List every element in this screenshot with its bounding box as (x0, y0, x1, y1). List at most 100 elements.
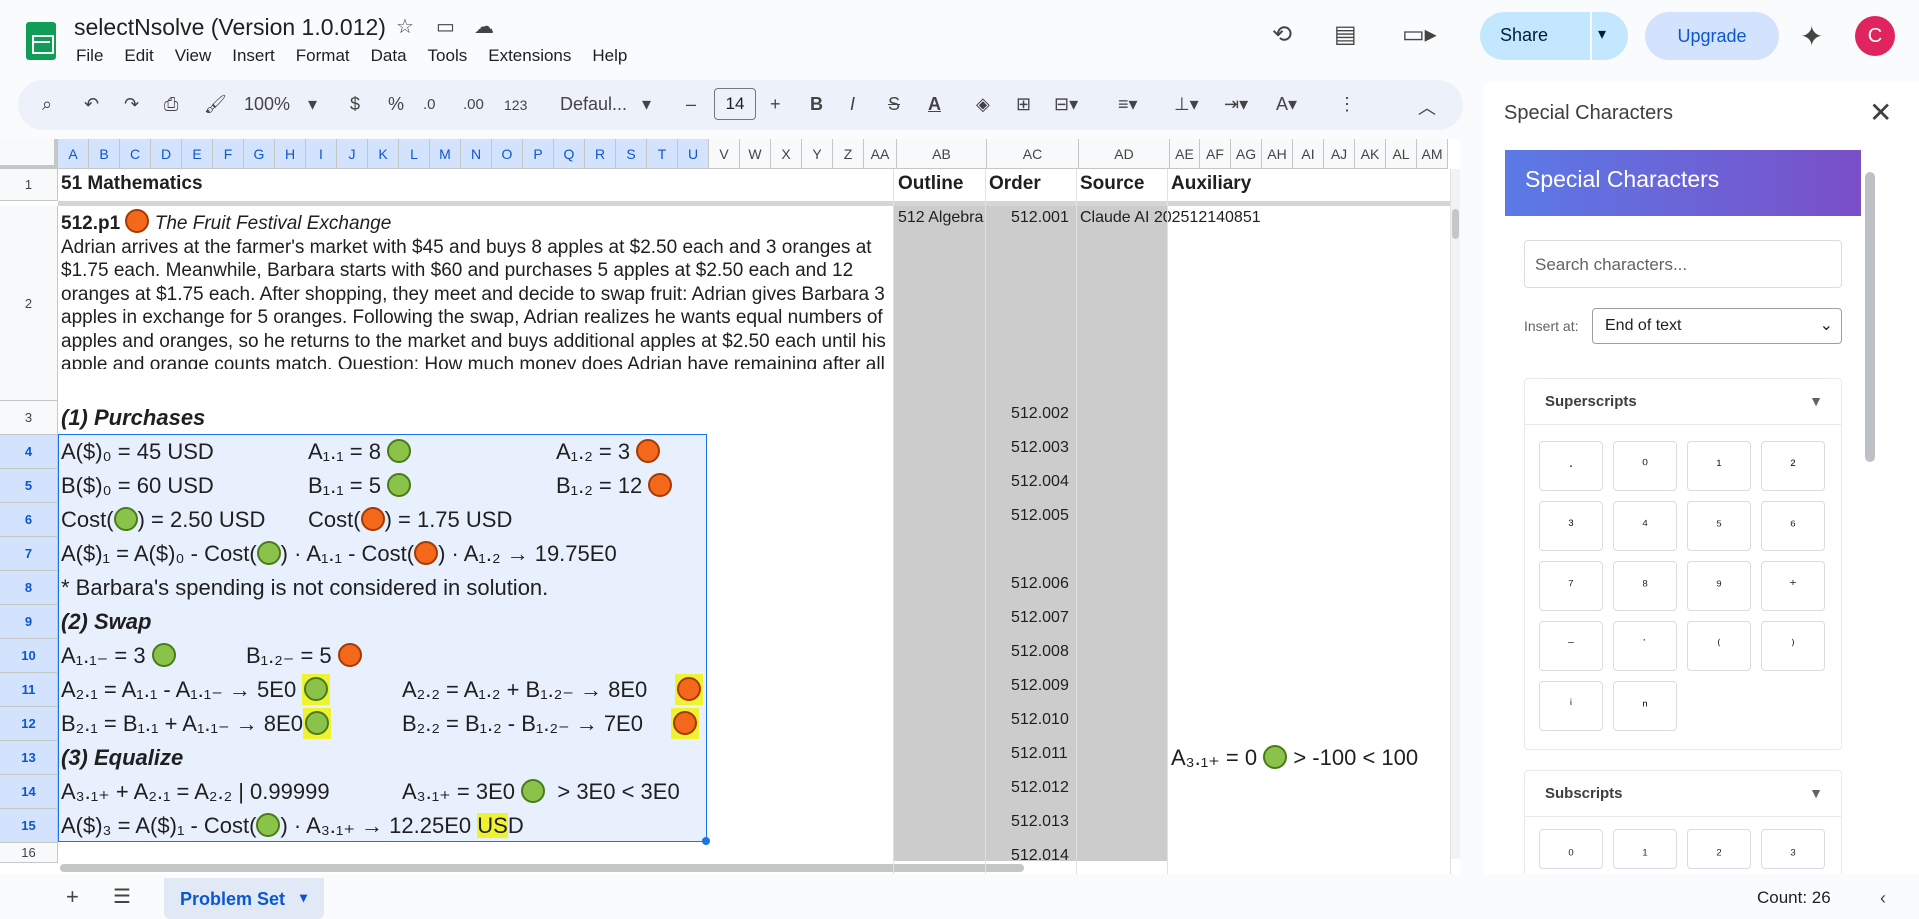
merge-cells-icon[interactable]: ⊟▾ (1054, 94, 1078, 115)
increase-decimal-button[interactable]: .00 (463, 96, 484, 113)
cell-ac10[interactable]: 512.008 (1011, 643, 1069, 661)
cell-a13[interactable]: (3) Equalize (61, 745, 183, 771)
superscript-key[interactable]: ⁸ (1613, 561, 1677, 611)
font-size-input[interactable]: 14 (714, 88, 756, 120)
column-header[interactable]: AJ (1324, 139, 1355, 169)
strikethrough-button[interactable]: S (888, 94, 900, 115)
superscript-key[interactable]: ⁹ (1687, 561, 1751, 611)
percent-format-button[interactable]: % (388, 94, 404, 115)
column-header[interactable]: E (182, 139, 213, 169)
undo-icon[interactable]: ↶ (84, 94, 99, 115)
cell-ac8[interactable]: 512.006 (1011, 575, 1069, 593)
cell-a4-oranges[interactable]: A₁.₂ = 3 (556, 439, 661, 465)
superscript-key[interactable]: ⁽ (1687, 621, 1751, 671)
row-header[interactable]: 16 (0, 843, 58, 863)
superscript-key[interactable]: ¹ (1687, 441, 1751, 491)
subscript-key[interactable]: ₃ (1761, 829, 1825, 869)
sheet-tab-problem-set[interactable]: Problem Set ▾ (164, 878, 324, 919)
cell-a6-orange-cost[interactable]: Cost() = 1.75 USD (308, 507, 512, 533)
horizontal-align-icon[interactable]: ≡▾ (1118, 94, 1138, 115)
column-header[interactable]: AD (1079, 139, 1170, 169)
column-header[interactable]: V (709, 139, 740, 169)
cell-ac14[interactable]: 512.012 (1011, 779, 1069, 797)
add-sheet-icon[interactable]: + (66, 884, 79, 910)
cell-ac4[interactable]: 512.003 (1011, 439, 1069, 457)
column-header[interactable]: C (120, 139, 151, 169)
row-header[interactable]: 4 (0, 435, 58, 469)
subscript-key[interactable]: ₀ (1539, 829, 1603, 869)
cell-ae13[interactable]: A₃.₁₊ = 0 > -100 < 100 (1171, 745, 1418, 771)
cell-ac2[interactable]: 512.001 (1011, 209, 1069, 227)
cell-a5-apples[interactable]: B₁.₁ = 5 (308, 473, 412, 499)
column-header[interactable]: Z (833, 139, 864, 169)
cell-ac11[interactable]: 512.009 (1011, 677, 1069, 695)
column-header[interactable]: D (151, 139, 182, 169)
superscript-key[interactable]: ⁶ (1761, 501, 1825, 551)
sheets-logo-icon[interactable] (26, 22, 56, 60)
meet-icon[interactable]: ▭▸ (1402, 20, 1437, 49)
row-header[interactable]: 12 (0, 707, 58, 741)
menu-file[interactable]: File (76, 46, 103, 66)
column-header[interactable]: H (275, 139, 306, 169)
menu-extensions[interactable]: Extensions (488, 46, 571, 66)
menu-format[interactable]: Format (296, 46, 350, 66)
cell-a15[interactable]: A($)₃ = A($)₁ - Cost() · A₃.₁₊ → 12.25E0… (61, 813, 524, 839)
cell-a5[interactable]: B($)₀ = 60 USD (61, 473, 214, 499)
superscript-key[interactable]: ⁿ (1613, 681, 1677, 731)
superscript-key[interactable]: ⁺ (1761, 561, 1825, 611)
more-formats-button[interactable]: 123 (504, 97, 527, 113)
column-header[interactable]: K (368, 139, 399, 169)
spreadsheet-grid[interactable]: A B C D E F G H I J K L M N O P Q R S T U V W X Y Z AA AB AC AD AE AF AG… (0, 139, 1460, 874)
redo-icon[interactable]: ↷ (124, 94, 139, 115)
cell-a4-apples[interactable]: A₁.₁ = 8 (308, 439, 412, 465)
cell-ad2[interactable]: Claude AI 202512140851 (1080, 209, 1261, 227)
select-all-corner[interactable] (0, 139, 58, 169)
superscript-key[interactable]: ³ (1539, 501, 1603, 551)
share-button[interactable]: Share ▾ (1480, 12, 1628, 60)
column-header[interactable]: W (740, 139, 771, 169)
row-header[interactable]: 7 (0, 537, 58, 571)
cell-ac5[interactable]: 512.004 (1011, 473, 1069, 491)
borders-icon[interactable]: ⊞ (1016, 94, 1031, 115)
menu-tools[interactable]: Tools (428, 46, 468, 66)
superscript-key[interactable]: · (1539, 441, 1603, 491)
search-input[interactable]: Search characters... (1524, 240, 1842, 288)
column-header[interactable]: AK (1355, 139, 1386, 169)
cell-a6[interactable]: Cost() = 2.50 USD (61, 507, 265, 533)
superscripts-header[interactable]: Superscripts ▼ (1525, 379, 1841, 425)
column-header[interactable]: X (771, 139, 802, 169)
cell-a3[interactable]: (1) Purchases (61, 405, 205, 431)
upgrade-button[interactable]: Upgrade (1645, 12, 1779, 60)
row-header[interactable]: 10 (0, 639, 58, 673)
vertical-scrollbar-thumb[interactable] (1452, 209, 1459, 239)
cell-a12-oranges[interactable]: B₂.₂ = B₁.₂ - B₁.₂₋ → 7E0 (402, 708, 700, 739)
vertical-align-icon[interactable]: ⊥▾ (1174, 94, 1199, 115)
row-header[interactable]: 8 (0, 571, 58, 605)
column-header[interactable]: AE (1170, 139, 1200, 169)
column-header[interactable]: P (523, 139, 554, 169)
share-dropdown-icon[interactable]: ▾ (1598, 24, 1606, 44)
text-rotation-icon[interactable]: A▾ (1276, 94, 1297, 115)
superscript-key[interactable]: ⁷ (1539, 561, 1603, 611)
cell-ac9[interactable]: 512.007 (1011, 609, 1069, 627)
fill-handle[interactable] (702, 837, 710, 845)
cell-ae1[interactable]: Auxiliary (1171, 173, 1251, 195)
italic-button[interactable]: I (850, 94, 855, 115)
subscript-key[interactable]: ₁ (1613, 829, 1677, 869)
column-header[interactable]: AI (1293, 139, 1324, 169)
cell-a9[interactable]: (2) Swap (61, 609, 151, 635)
column-header[interactable]: AA (864, 139, 897, 169)
row-header[interactable]: 5 (0, 469, 58, 503)
document-title[interactable]: selectNsolve (Version 1.0.012) (74, 14, 386, 41)
row-header[interactable]: 6 (0, 503, 58, 537)
column-header[interactable]: A (58, 139, 89, 169)
column-header[interactable]: F (213, 139, 244, 169)
column-header[interactable]: L (399, 139, 430, 169)
gemini-icon[interactable]: ✦ (1800, 20, 1823, 53)
row-header[interactable]: 13 (0, 741, 58, 775)
horizontal-scrollbar-thumb[interactable] (60, 864, 1024, 872)
text-wrapping-icon[interactable]: ⇥▾ (1224, 94, 1248, 115)
column-header[interactable]: Y (802, 139, 833, 169)
menu-insert[interactable]: Insert (232, 46, 275, 66)
superscript-key[interactable]: ⁴ (1613, 501, 1677, 551)
